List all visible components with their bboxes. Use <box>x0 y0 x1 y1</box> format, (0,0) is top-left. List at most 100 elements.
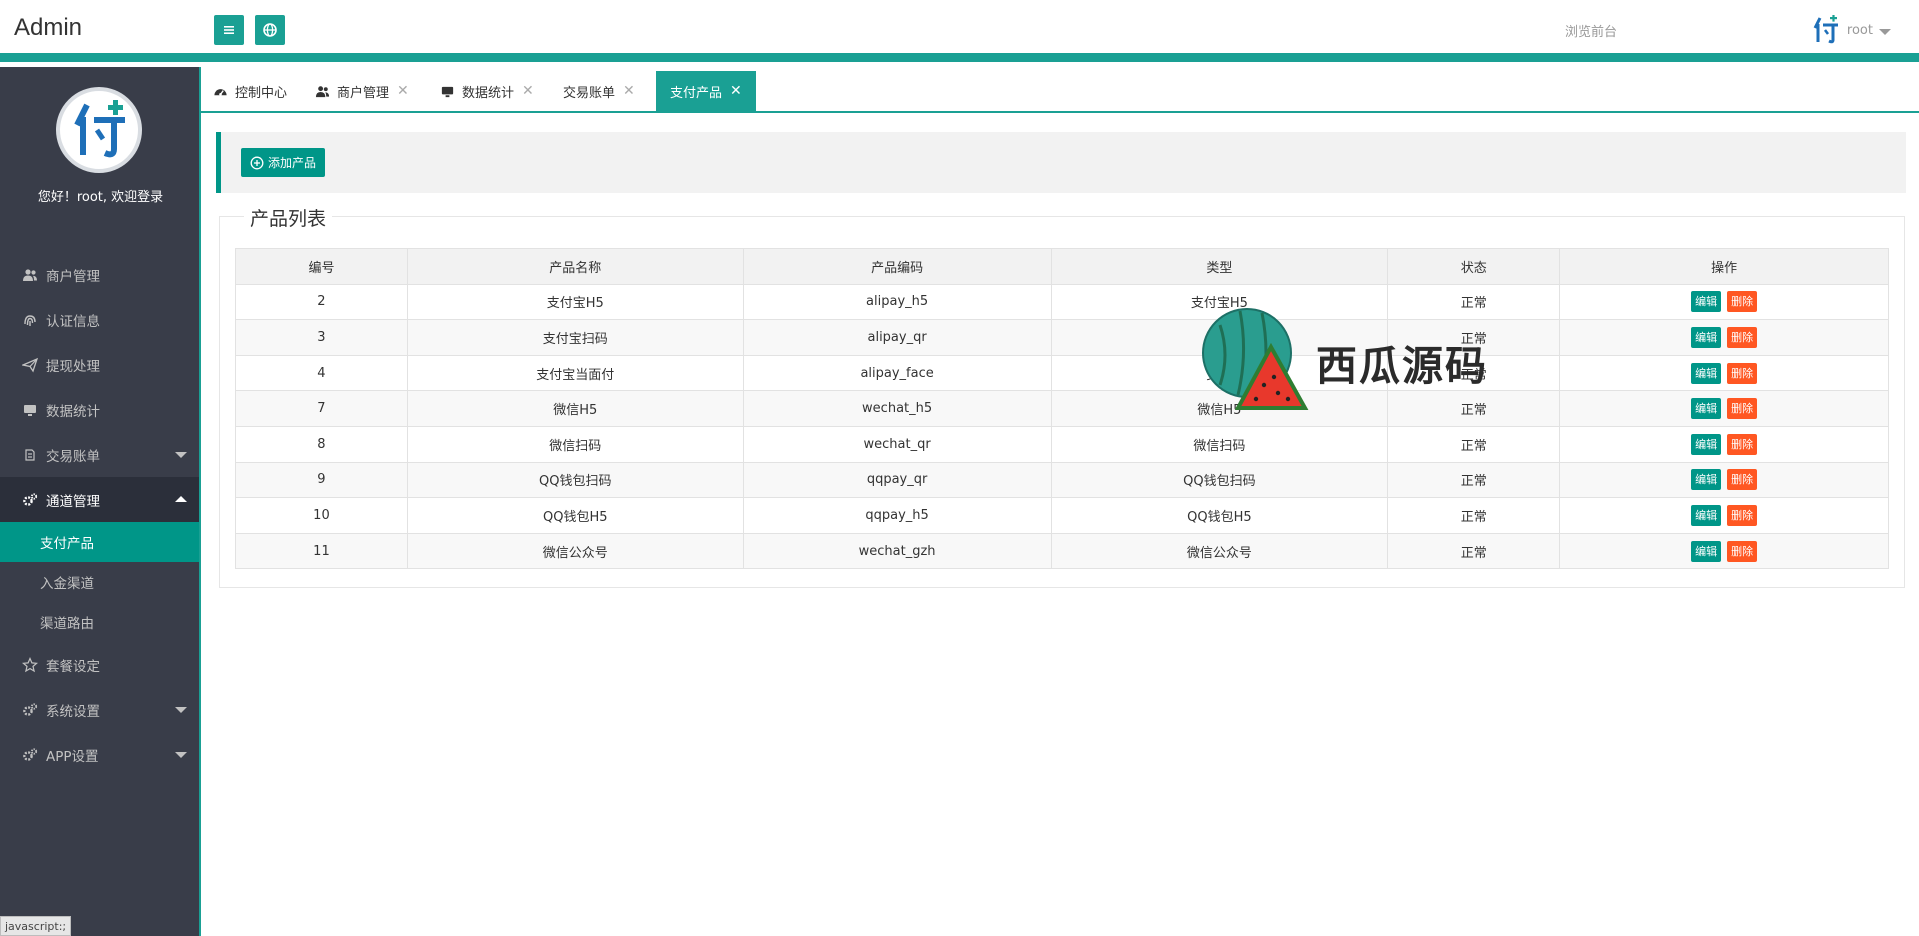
sidebar-item-app-settings[interactable]: APP设置 <box>0 732 199 777</box>
cell-name: 微信H5 <box>406 390 744 427</box>
cell-id: 9 <box>235 461 408 499</box>
cell-actions: 编辑 删除 <box>1559 283 1889 321</box>
column-header-actions: 操作 <box>1559 248 1889 285</box>
cell-code: wechat_h5 <box>742 390 1052 427</box>
tab-label: 控制中心 <box>235 85 288 101</box>
close-icon[interactable]: ✕ <box>522 83 534 99</box>
edit-button[interactable]: 编辑 <box>1691 469 1722 491</box>
column-header-id: 编号 <box>235 248 408 285</box>
status-bar-tooltip: javascript:; <box>0 916 72 936</box>
cell-id: 11 <box>235 532 408 570</box>
cell-actions: 编辑 删除 <box>1559 319 1889 356</box>
cell-actions: 编辑 删除 <box>1559 497 1889 534</box>
globe-button[interactable] <box>255 15 285 45</box>
cell-id: 7 <box>235 390 408 427</box>
cell-name: 微信扫码 <box>406 425 744 463</box>
dashboard-icon <box>213 84 228 99</box>
add-product-label: 添加产品 <box>268 156 317 170</box>
sidebar: 您好！root, 欢迎登录 商户管理 认证信息 提现处理 数据统计 交易账单 通… <box>0 67 201 936</box>
tab-transactions[interactable]: 交易账单 ✕ <box>551 71 647 111</box>
sidebar-item-plans[interactable]: 套餐设定 <box>0 642 199 687</box>
column-header-type: 类型 <box>1050 248 1389 285</box>
tab-merchants[interactable]: 商户管理 ✕ <box>303 71 421 111</box>
delete-button[interactable]: 删除 <box>1727 362 1758 384</box>
monitor-icon <box>22 402 38 418</box>
delete-button[interactable]: 删除 <box>1727 398 1758 420</box>
cell-status: 正常 <box>1387 461 1561 499</box>
watermelon-icon <box>1202 308 1309 410</box>
sidebar-item-withdrawals[interactable]: 提现处理 <box>0 342 199 387</box>
edit-button[interactable]: 编辑 <box>1691 291 1722 313</box>
cell-id: 8 <box>235 425 408 463</box>
sidebar-item-transactions[interactable]: 交易账单 <box>0 432 199 477</box>
top-header: Admin 浏览前台 root <box>0 0 1919 62</box>
close-icon[interactable]: ✕ <box>397 83 409 99</box>
tab-pay-products[interactable]: 支付产品 ✕ <box>656 71 756 111</box>
close-icon[interactable]: ✕ <box>623 83 635 99</box>
sidebar-menu: 商户管理 认证信息 提现处理 数据统计 交易账单 通道管理 支付产品 入金渠道 … <box>0 252 199 777</box>
sidebar-item-merchants[interactable]: 商户管理 <box>0 252 199 297</box>
cell-code: wechat_qr <box>742 425 1052 463</box>
cell-status: 正常 <box>1387 425 1561 463</box>
delete-button[interactable]: 删除 <box>1727 291 1758 313</box>
edit-button[interactable]: 编辑 <box>1691 433 1722 455</box>
cell-name: 支付宝H5 <box>406 283 744 321</box>
pay-logo-icon <box>1813 15 1838 44</box>
tab-label: 数据统计 <box>462 85 515 101</box>
browse-front-link[interactable]: 浏览前台 <box>1565 21 1617 40</box>
chevron-down-icon <box>1879 28 1891 35</box>
table-row: 8 微信扫码 wechat_qr 微信扫码 正常 编辑 删除 <box>235 425 1889 463</box>
cell-name: 支付宝扫码 <box>406 319 744 356</box>
sidebar-item-verification[interactable]: 认证信息 <box>0 297 199 342</box>
user-menu[interactable]: root <box>1811 13 1891 47</box>
edit-button[interactable]: 编辑 <box>1691 398 1722 420</box>
paper-plane-icon <box>22 357 38 373</box>
delete-button[interactable]: 删除 <box>1727 326 1758 348</box>
edit-button[interactable]: 编辑 <box>1691 362 1722 384</box>
globe-icon <box>263 23 277 37</box>
pay-logo-icon <box>74 100 125 158</box>
sidebar-item-channels[interactable]: 通道管理 <box>0 477 199 522</box>
users-icon <box>22 267 38 283</box>
monitor-icon <box>440 84 455 99</box>
table-row: 4 支付宝当面付 alipay_face 支付 正常 编辑删除 <box>235 354 1889 392</box>
sidebar-item-system-settings[interactable]: 系统设置 <box>0 687 199 732</box>
edit-button[interactable]: 编辑 <box>1691 540 1722 562</box>
sidebar-subitem-deposit-channels[interactable]: 入金渠道 <box>0 562 199 602</box>
sidebar-subitem-pay-products[interactable]: 支付产品 <box>0 522 199 562</box>
gears-icon <box>22 702 38 718</box>
chevron-down-icon <box>175 452 187 458</box>
app-brand[interactable]: Admin <box>14 14 82 42</box>
cell-name: 微信公众号 <box>406 532 744 570</box>
table-row: 2 支付宝H5 alipay_h5 支付宝H5 正常 编辑 删除 <box>235 283 1889 321</box>
edit-button[interactable]: 编辑 <box>1691 326 1722 348</box>
column-header-code: 产品编码 <box>742 248 1052 285</box>
avatar <box>56 87 142 173</box>
delete-button[interactable]: 删除 <box>1727 504 1758 526</box>
add-product-button[interactable]: 添加产品 <box>241 148 326 177</box>
delete-button[interactable]: 删除 <box>1727 433 1758 455</box>
tab-dashboard[interactable]: 控制中心 <box>201 71 299 111</box>
cell-status: 正常 <box>1387 532 1561 570</box>
sidebar-subitem-channel-routes[interactable]: 渠道路由 <box>0 602 199 642</box>
fingerprint-icon <box>22 312 38 328</box>
cell-id: 2 <box>235 283 408 321</box>
delete-button[interactable]: 删除 <box>1727 469 1758 491</box>
sidebar-item-statistics[interactable]: 数据统计 <box>0 387 199 432</box>
cell-id: 4 <box>235 354 408 392</box>
tab-statistics[interactable]: 数据统计 ✕ <box>428 71 546 111</box>
watermark: 西瓜源码 <box>1200 305 1520 415</box>
tab-bar: 控制中心 商户管理 ✕ 数据统计 ✕ 交易账单 ✕ 支付产品 ✕ <box>201 71 1919 113</box>
edit-button[interactable]: 编辑 <box>1691 504 1722 526</box>
sidebar-item-label: 认证信息 <box>46 313 100 330</box>
gears-icon <box>22 747 38 763</box>
cell-code: alipay_face <box>742 354 1052 392</box>
close-icon[interactable]: ✕ <box>730 83 742 99</box>
product-table: 编号 产品名称 产品编码 类型 状态 操作 2 支付宝H5 alipay_h5 … <box>235 248 1889 570</box>
table-row: 11 微信公众号 wechat_gzh 微信公众号 正常 编辑 删除 <box>235 532 1889 570</box>
tab-label: 交易账单 <box>563 85 616 101</box>
delete-button[interactable]: 删除 <box>1727 540 1758 562</box>
menu-toggle-button[interactable] <box>214 15 244 45</box>
cell-code: wechat_gzh <box>742 532 1052 570</box>
plus-circle-icon <box>250 156 264 169</box>
